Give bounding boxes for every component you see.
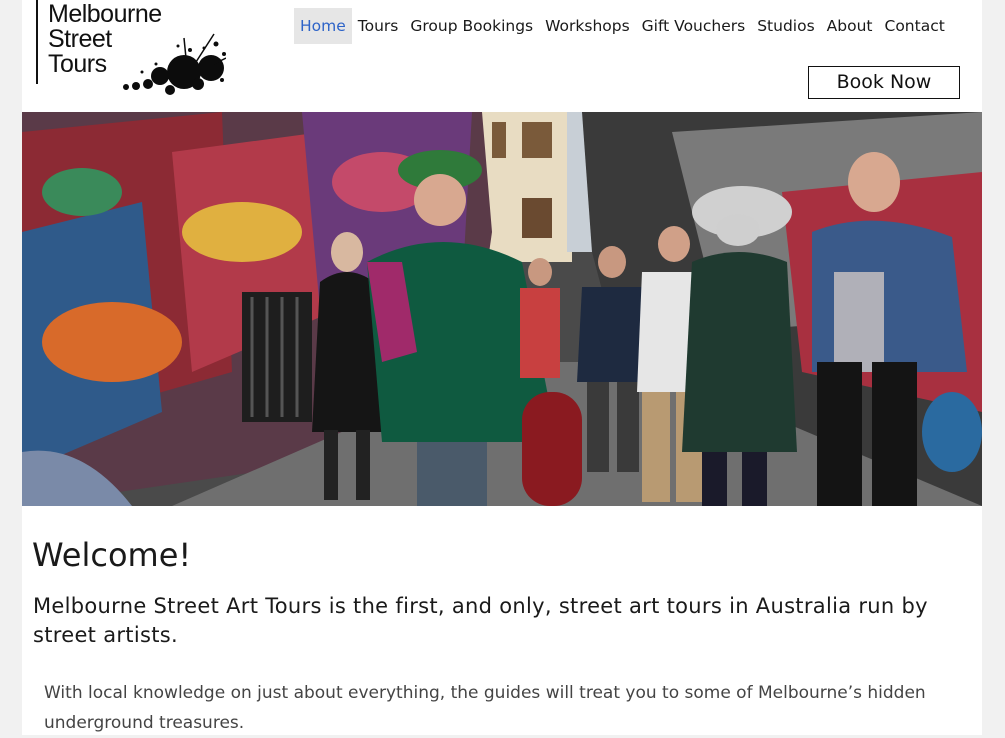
hero-image [22, 112, 982, 506]
nav-about[interactable]: About [821, 8, 879, 44]
page: Melbourne Street Tours Home Tours Group … [22, 0, 982, 735]
site-logo[interactable]: Melbourne Street Tours [36, 0, 226, 100]
tagline: Melbourne Street Art Tours is the first,… [33, 594, 928, 647]
welcome-heading: Welcome! [32, 536, 192, 574]
book-now-button[interactable]: Book Now [808, 66, 960, 99]
paint-splat-icon [123, 33, 226, 95]
intro-paragraph: With local knowledge on just about every… [44, 683, 926, 733]
nav-contact[interactable]: Contact [879, 8, 951, 44]
nav-studios[interactable]: Studios [751, 8, 820, 44]
nav-workshops[interactable]: Workshops [539, 8, 636, 44]
nav-tours[interactable]: Tours [352, 8, 405, 44]
nav-gift-vouchers[interactable]: Gift Vouchers [636, 8, 752, 44]
main-nav: Home Tours Group Bookings Workshops Gift… [294, 8, 951, 44]
logo-rule [36, 0, 38, 84]
nav-home[interactable]: Home [294, 8, 352, 44]
nav-group-bookings[interactable]: Group Bookings [404, 8, 539, 44]
street-art-tour-photo [22, 112, 982, 506]
